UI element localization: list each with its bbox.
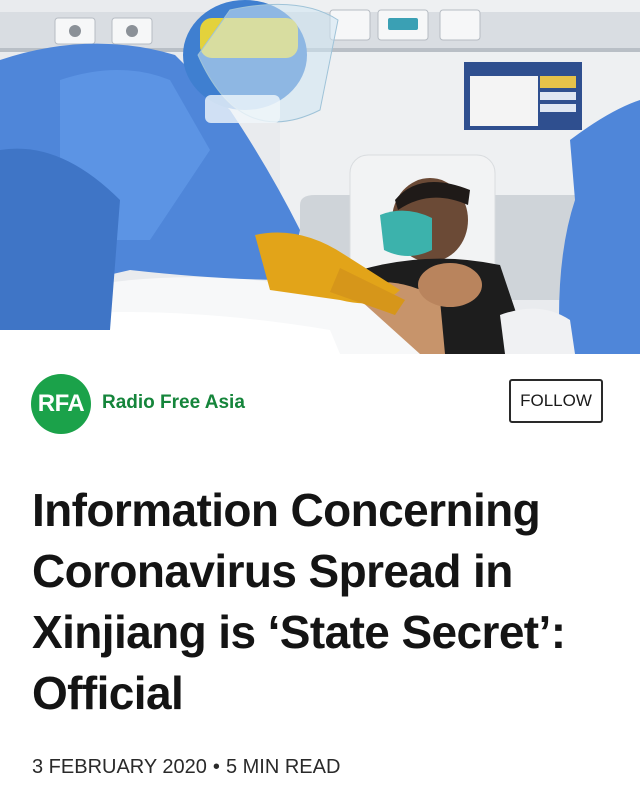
meta-separator: • [212,756,220,778]
article-headline: Information Concerning Coronavirus Sprea… [32,484,566,719]
publisher-row: RFA Radio Free Asia FOLLOW [0,354,640,458]
publisher-logo[interactable]: RFA [31,374,91,434]
article-date: 3 FEBRUARY 2020 [32,756,207,778]
publisher-logo-text: RFA [37,390,85,417]
read-time: 5 MIN READ [225,756,341,778]
article-meta: 3 FEBRUARY 2020 • 5 MIN READ [32,753,340,781]
publisher-name[interactable]: Radio Free Asia [102,392,245,414]
follow-button[interactable]: FOLLOW [509,379,603,423]
hero-image [0,0,640,354]
